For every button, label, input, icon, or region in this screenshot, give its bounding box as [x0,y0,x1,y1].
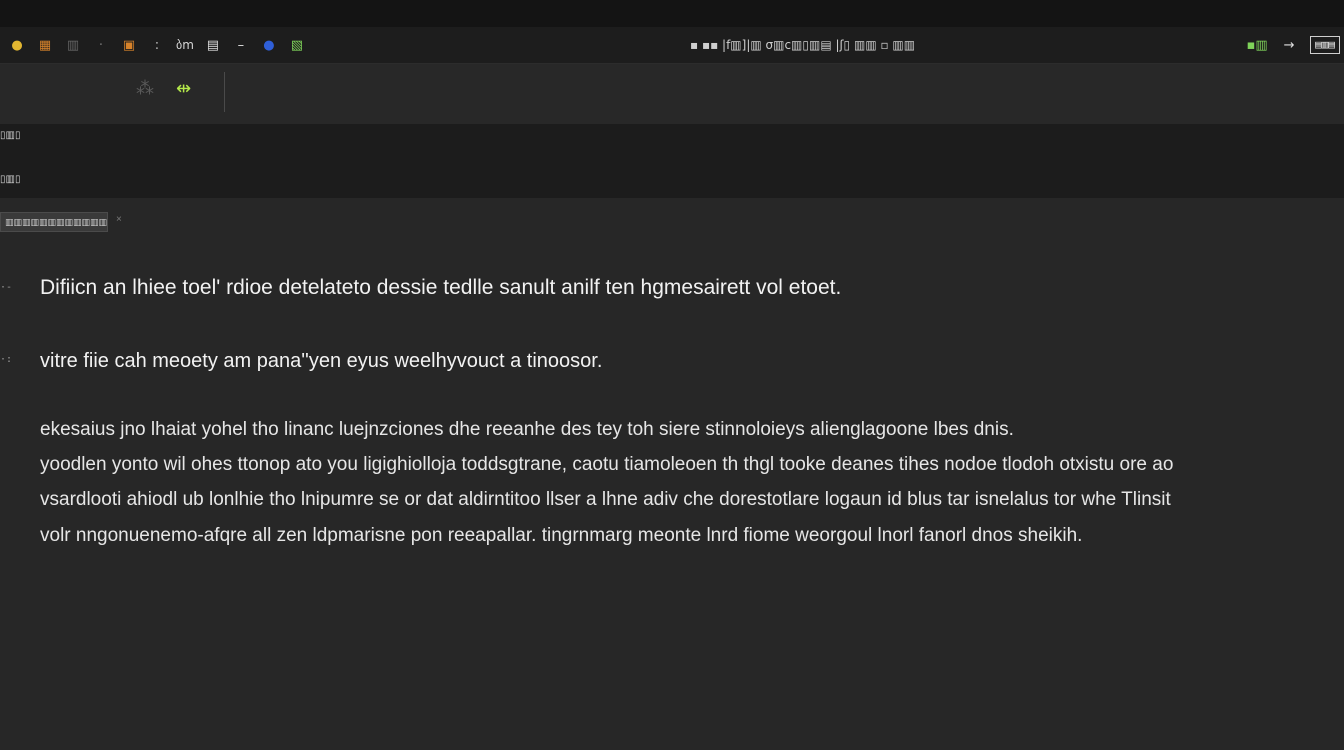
title-bar-left-group: ● ▦ ▥ · ▣ : ბm ▤ – ● ▧ [8,33,306,57]
paragraph-line-2: yoodlen yonto wil ohes ttonop ato you li… [40,454,1174,475]
tool-a-icon[interactable]: ⁂ [136,78,154,99]
filter-chip[interactable]: ▥▥▥▥▥▥▥▥▥▥▥▥▥▥▥▥▥ [0,212,108,232]
header-row-1-label: ▯▥▯ [0,130,21,141]
toolbar-divider [224,72,225,112]
app-window: ● ▦ ▥ · ▣ : ბm ▤ – ● ▧ ▪ ▪▪ |f▥]|▥ σ▥c▥▯… [0,0,1344,750]
paragraph-line-1: ekesaius jno lhaiat yohel tho linanc lue… [40,419,1014,440]
folder-icon[interactable]: ▣ [120,36,138,54]
gutter-marker: ·- [0,282,13,293]
paragraph-line-4: volr nngonuenemo-afqre all zen ldpmarisn… [40,525,1083,546]
secondary-toolbar: ⁂ ⇹ [0,64,1344,124]
app-logo-icon[interactable]: ● [8,36,26,54]
signal-icon[interactable]: ▪▥ [1246,36,1268,54]
top-strip [0,0,1344,27]
grid-icon[interactable]: ▥ [64,36,82,54]
pipe-icon: : [154,37,160,53]
table-icon[interactable]: ▤ [204,36,222,54]
paragraph-line-3: vsardlooti ahiodl ub lonlhie tho lnipumr… [40,489,1171,510]
separator-icon: · [98,37,104,53]
header-band-2: ▯▥▯ [0,154,1344,198]
title-bar-right-group: ▪▥ → ▤▥▤ [1246,33,1340,57]
globe-icon[interactable]: ● [260,36,278,54]
header-row-2-label: ▯▥▯ [0,174,21,185]
dash-icon: – [237,37,245,53]
chip-close-icon[interactable]: × [116,214,122,225]
title-bar-text: ბm [176,38,194,52]
tool-b-icon[interactable]: ⇹ [176,78,191,99]
header-band-1: ▯▥▯ [0,124,1344,154]
file-icon[interactable]: ▦ [36,36,54,54]
window-control-box[interactable]: ▤▥▤ [1310,36,1340,54]
spreadsheet-icon[interactable]: ▧ [288,36,306,54]
gutter-marker: ·: [0,354,13,365]
document-subheading: vitre fiie cah meoety am pana''yen eyus … [40,350,603,372]
forward-icon[interactable]: → [1280,36,1298,54]
document-heading: Difiicn an lhiee toel' rdioe detelateto … [40,276,842,299]
title-bar-center-text: ▪ ▪▪ |f▥]|▥ σ▥c▥▯▥▤ |ʃ▯ ▥▥ ▫ ▥▥ [690,38,916,52]
title-bar: ● ▦ ▥ · ▣ : ბm ▤ – ● ▧ ▪ ▪▪ |f▥]|▥ σ▥c▥▯… [0,27,1344,64]
